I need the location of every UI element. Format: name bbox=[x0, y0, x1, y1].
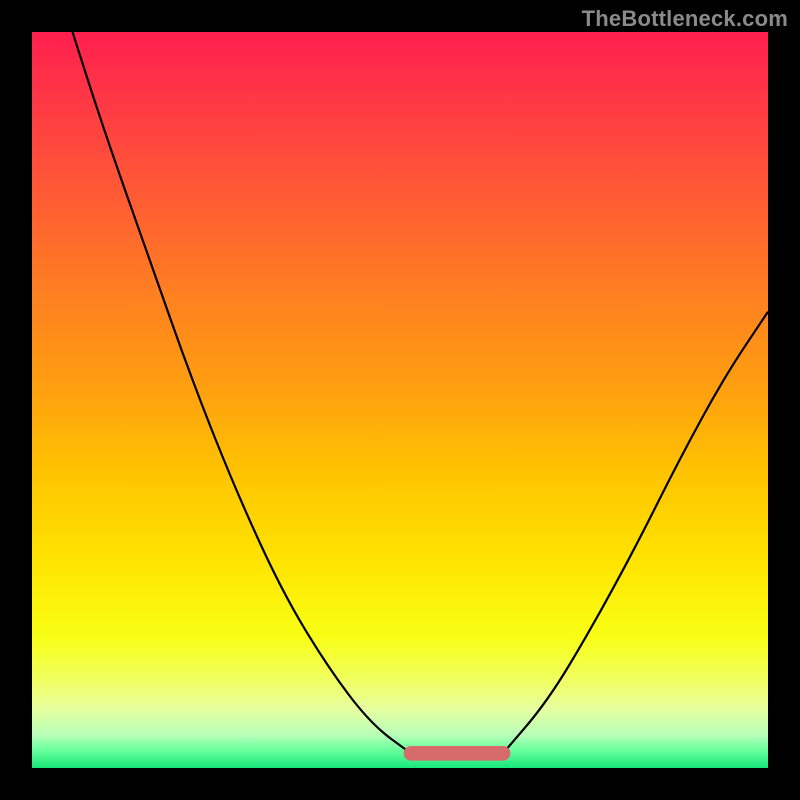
bottleneck-curve bbox=[32, 32, 768, 768]
watermark-text: TheBottleneck.com bbox=[582, 6, 788, 32]
chart-plot-area bbox=[32, 32, 768, 768]
chart-frame: TheBottleneck.com bbox=[0, 0, 800, 800]
